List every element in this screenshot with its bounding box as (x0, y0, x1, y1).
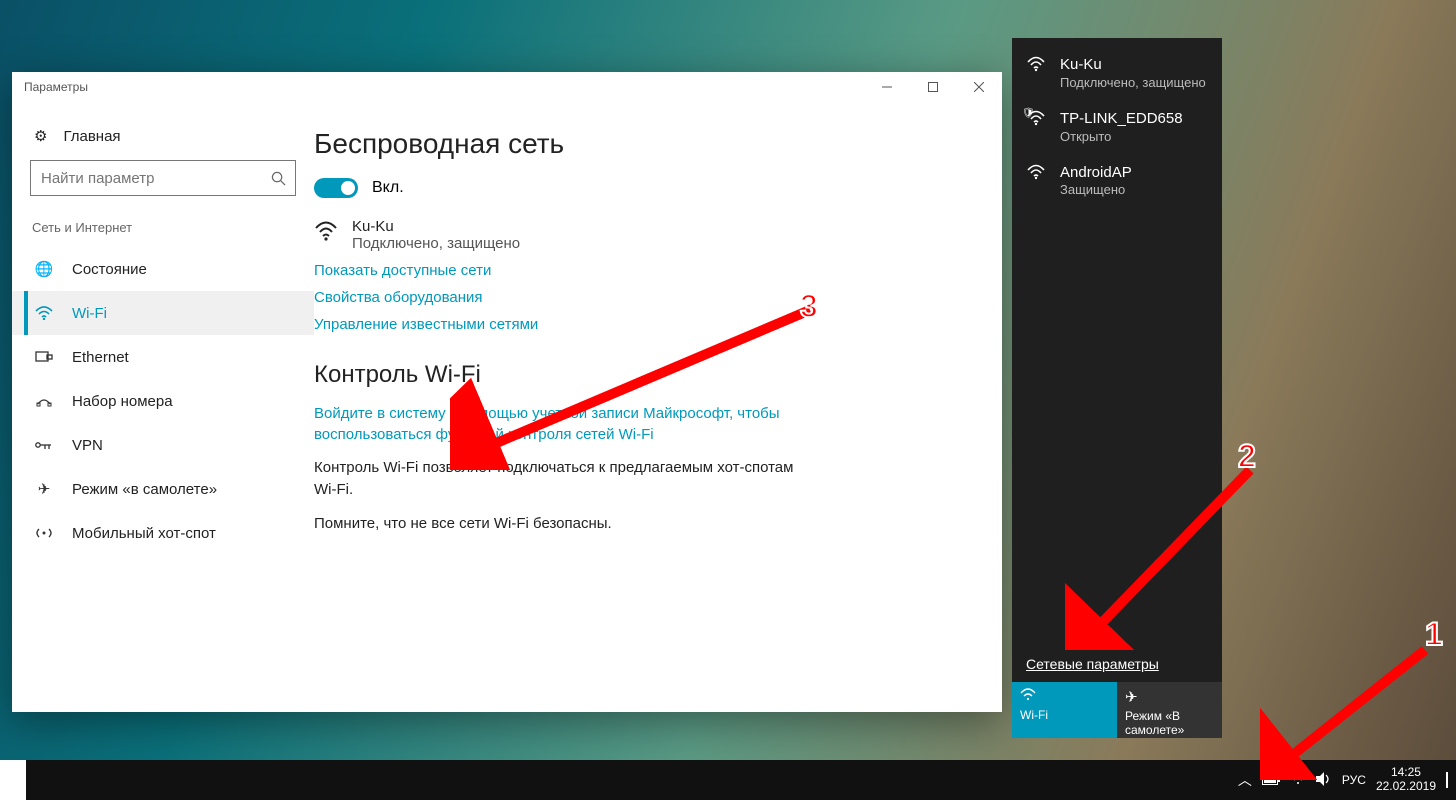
home-label: Главная (63, 128, 120, 145)
wifi-open-icon: 🛡 (1026, 110, 1048, 144)
tile-wifi[interactable]: Wi-Fi (1012, 682, 1117, 738)
sidebar: ⚙ Главная Сеть и Интернет 🌐 Состояние Wi… (12, 102, 314, 712)
start-area[interactable] (0, 760, 26, 800)
nav-status[interactable]: 🌐 Состояние (12, 247, 314, 291)
nav-wifi[interactable]: Wi-Fi (12, 291, 314, 335)
section-title: Контроль Wi-Fi (314, 361, 962, 389)
tile-airplane[interactable]: ✈ Режим «В самолете» (1117, 682, 1222, 738)
time: 14:25 (1376, 766, 1436, 780)
network-settings-link[interactable]: Сетевые параметры (1012, 656, 1222, 682)
link-signin[interactable]: Войдите в систему с помощью учетной запи… (314, 403, 794, 445)
shield-icon: 🛡 (1022, 108, 1035, 119)
search-input[interactable] (31, 170, 261, 187)
wifi-icon (314, 218, 338, 248)
wifi-icon (1026, 164, 1048, 198)
annotation-number-3: 3 (800, 290, 818, 322)
hotspot-icon (34, 526, 54, 540)
airplane-icon: ✈ (34, 480, 54, 498)
search-icon (261, 171, 295, 186)
wifi-icon (1020, 688, 1109, 705)
network-name: Ku-Ku (1060, 56, 1206, 75)
link-show-available[interactable]: Показать доступные сети (314, 262, 962, 279)
vpn-icon (34, 438, 54, 452)
wifi-icon (1026, 56, 1048, 90)
network-flyout: Ku-Ku Подключено, защищено 🛡 TP-LINK_EDD… (1012, 38, 1222, 738)
tile-label: Режим «В самолете» (1125, 709, 1214, 737)
connected-network[interactable]: Ku-Ku Подключено, защищено (314, 218, 962, 252)
airplane-icon: ✈ (1125, 688, 1214, 706)
close-button[interactable] (956, 72, 1002, 102)
annotation-number-1: 1 (1425, 618, 1443, 650)
battery-icon[interactable] (1262, 772, 1280, 788)
network-name: TP-LINK_EDD658 (1060, 110, 1183, 129)
section-label: Сеть и Интернет (12, 206, 314, 247)
link-hardware-props[interactable]: Свойства оборудования (314, 289, 962, 306)
home-button[interactable]: ⚙ Главная (12, 116, 314, 156)
window-title: Параметры (24, 80, 88, 94)
body-text-2: Помните, что не все сети Wi-Fi безопасны… (314, 513, 794, 535)
nav-hotspot[interactable]: Мобильный хот-спот (12, 511, 314, 555)
annotation-arrow-1 (1260, 640, 1440, 780)
tile-label: Wi-Fi (1020, 708, 1109, 722)
network-status: Защищено (1060, 182, 1132, 197)
nav-ethernet[interactable]: Ethernet (12, 335, 314, 379)
toggle-label: Вкл. (372, 179, 404, 197)
nav-vpn[interactable]: VPN (12, 423, 314, 467)
gear-icon: ⚙ (34, 127, 47, 145)
network-item[interactable]: AndroidAP Защищено (1012, 154, 1222, 208)
body-text-1: Контроль Wi-Fi позволяет подключаться к … (314, 457, 794, 501)
minimize-button[interactable] (864, 72, 910, 102)
system-tray: ︿ РУС 14:25 22.02.2019 (1238, 766, 1456, 794)
network-item[interactable]: 🛡 TP-LINK_EDD658 Открыто (1012, 100, 1222, 154)
annotation-number-2: 2 (1238, 440, 1256, 472)
network-status: Открыто (1060, 129, 1183, 144)
content-pane: Беспроводная сеть Вкл. Ku-Ku Подключено,… (314, 102, 1002, 712)
wifi-icon (34, 306, 54, 320)
page-title: Беспроводная сеть (314, 128, 962, 160)
network-status: Подключено, защищено (352, 235, 520, 252)
network-name: AndroidAP (1060, 164, 1132, 183)
maximize-button[interactable] (910, 72, 956, 102)
tray-chevron-up-icon[interactable]: ︿ (1238, 770, 1252, 790)
wifi-tray-icon[interactable] (1290, 772, 1306, 788)
notifications-icon[interactable] (1446, 773, 1448, 787)
date: 22.02.2019 (1376, 780, 1436, 794)
nav-dialup[interactable]: Набор номера (12, 379, 314, 423)
titlebar[interactable]: Параметры (12, 72, 1002, 102)
language-indicator[interactable]: РУС (1342, 773, 1366, 787)
network-name: Ku-Ku (352, 218, 520, 235)
globe-icon: 🌐 (34, 260, 54, 278)
ethernet-icon (34, 350, 54, 364)
search-box[interactable] (30, 160, 296, 196)
clock[interactable]: 14:25 22.02.2019 (1376, 766, 1436, 794)
link-known-networks[interactable]: Управление известными сетями (314, 316, 962, 333)
taskbar: ︿ РУС 14:25 22.02.2019 (0, 760, 1456, 800)
settings-window: Параметры ⚙ Главная Сеть и Интернет 🌐 (12, 72, 1002, 712)
wifi-toggle[interactable] (314, 178, 358, 198)
network-status: Подключено, защищено (1060, 75, 1206, 90)
volume-icon[interactable] (1316, 772, 1332, 789)
network-item[interactable]: Ku-Ku Подключено, защищено (1012, 46, 1222, 100)
nav-airplane[interactable]: ✈ Режим «в самолете» (12, 467, 314, 511)
phone-icon (34, 394, 54, 408)
